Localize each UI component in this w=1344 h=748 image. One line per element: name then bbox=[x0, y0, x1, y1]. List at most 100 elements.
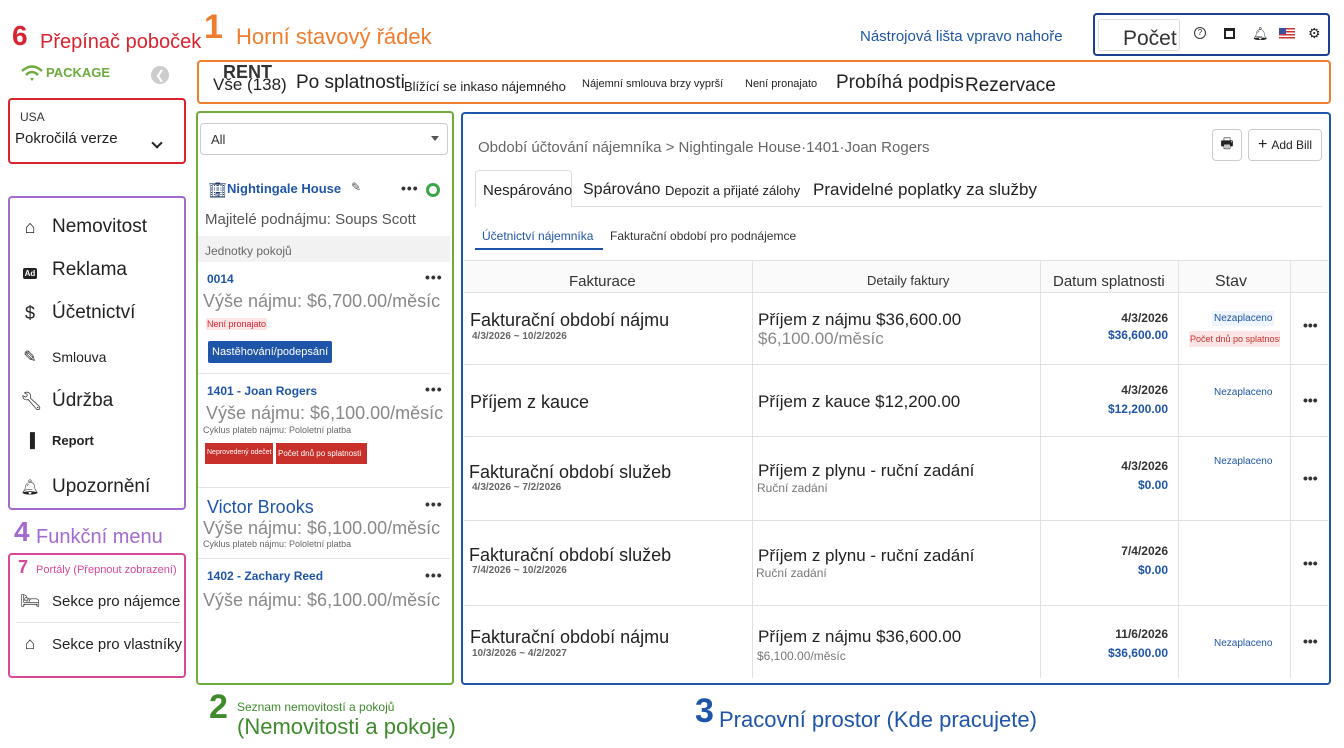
unit-title[interactable]: 1402 - Zachary Reed bbox=[207, 569, 323, 583]
row-billing-title[interactable]: Fakturační období služeb bbox=[469, 462, 671, 483]
unit-tag-overdue-days: Počet dnů po splatnosti bbox=[276, 443, 367, 464]
unit-more-icon[interactable]: ••• bbox=[425, 496, 443, 512]
subtab-active-underline bbox=[475, 248, 603, 250]
home-icon: ⌂ bbox=[24, 216, 36, 237]
branch-version-select[interactable]: Pokročilá verze bbox=[15, 130, 118, 147]
unit-divider bbox=[198, 558, 450, 559]
row-divider bbox=[464, 364, 1328, 365]
column-divider bbox=[1040, 260, 1041, 678]
row-billing-title[interactable]: Fakturační období nájmu bbox=[470, 310, 669, 331]
menu-item-label: Reklama bbox=[52, 259, 127, 280]
unit-more-icon[interactable]: ••• bbox=[425, 381, 443, 397]
bell-icon[interactable]: 🔔︎ bbox=[1252, 26, 1269, 42]
tab-recurring-fees[interactable]: Pravidelné poplatky za služby bbox=[813, 180, 1037, 200]
plus-icon: + bbox=[1257, 136, 1268, 153]
menu-item-report[interactable]: ▐ Report bbox=[20, 432, 94, 448]
edit-icon[interactable]: ✎ bbox=[351, 180, 361, 194]
unit-divider bbox=[198, 373, 450, 374]
row-more-icon[interactable]: ••• bbox=[1303, 633, 1318, 649]
row-amount: $0.00 bbox=[1137, 478, 1168, 492]
menu-item-advertising[interactable]: Ad Reklama bbox=[20, 259, 127, 281]
menu-item-accounting[interactable]: $ Účetnictví bbox=[20, 302, 135, 324]
us-flag-icon[interactable] bbox=[1279, 28, 1295, 39]
portal-label: Sekce pro vlastníky bbox=[52, 635, 183, 653]
row-detail-rate: $6,100.00/měsíc bbox=[757, 649, 846, 663]
tab-vacant[interactable]: Není pronajato bbox=[745, 78, 817, 90]
branch-region: USA bbox=[20, 110, 45, 124]
contract-icon: ✎ bbox=[23, 349, 37, 366]
subtab-tenant-accounting[interactable]: Účetnictví nájemníka bbox=[482, 229, 593, 243]
ad-icon: Ad bbox=[22, 267, 38, 279]
row-more-icon[interactable]: ••• bbox=[1303, 555, 1318, 571]
tab-matched[interactable]: Spárováno bbox=[583, 181, 660, 199]
column-header-details: Detaily faktury bbox=[867, 273, 950, 288]
unit-more-icon[interactable]: ••• bbox=[425, 269, 443, 285]
unit-title[interactable]: 1401 - Joan Rogers bbox=[207, 384, 317, 398]
annotation-2-small-label: Seznam nemovitostí a pokojů bbox=[237, 700, 395, 714]
add-bill-label: Add Bill bbox=[1271, 138, 1313, 152]
row-overdue-badge: Počet dnů po splatnosti bbox=[1189, 331, 1280, 347]
unit-status-tag: Není pronajato bbox=[206, 318, 268, 330]
tab-deposits[interactable]: Depozit a přijaté zálohy bbox=[665, 183, 800, 198]
tab-reservation[interactable]: Rezervace bbox=[965, 75, 1056, 97]
unit-title[interactable]: Victor Brooks bbox=[207, 497, 314, 518]
unit-payment-cycle: Cyklus plateb nájmu: Pololetní platba bbox=[203, 539, 352, 549]
annotation-2-label: (Nemovitosti a pokoje) bbox=[237, 714, 456, 739]
settings-icon[interactable]: ⚙ bbox=[1308, 25, 1321, 42]
row-detail: Příjem z plynu - ruční zadání bbox=[758, 546, 975, 565]
annotation-toolbar-label: Nástrojová lišta vpravo nahoře bbox=[860, 28, 1063, 45]
tab-lease-expiring[interactable]: Nájemní smlouva brzy vyprší bbox=[582, 78, 723, 90]
row-due-date: 4/3/2026 bbox=[1121, 383, 1168, 397]
logo-package-text: PACKAGE bbox=[46, 64, 111, 80]
help-icon[interactable]: ? bbox=[1194, 27, 1206, 39]
column-header-status: Stav bbox=[1215, 273, 1248, 290]
row-detail: Příjem z nájmu $36,600.00 bbox=[758, 310, 962, 329]
caret-down-icon bbox=[431, 136, 439, 141]
unit-divider bbox=[198, 487, 450, 488]
unit-more-icon[interactable]: ••• bbox=[425, 567, 443, 583]
menu-item-property[interactable]: ⌂ Nemovitost bbox=[20, 216, 147, 238]
menu-item-label: Upozornění bbox=[52, 476, 151, 497]
portal-divider bbox=[16, 622, 180, 623]
tab-unmatched[interactable]: Nespárováno bbox=[483, 182, 572, 199]
row-amount: $0.00 bbox=[1137, 563, 1168, 577]
collapse-sidebar-icon[interactable]: ❮ bbox=[151, 66, 169, 84]
property-filter-select[interactable]: All bbox=[200, 123, 448, 155]
row-status-badge: Nezaplaceno bbox=[1212, 311, 1275, 326]
property-more-icon[interactable]: ••• bbox=[401, 180, 419, 196]
menu-item-maintenance[interactable]: 🔧︎ Údržba bbox=[20, 390, 113, 412]
units-header: Jednotky pokojů bbox=[198, 236, 450, 262]
row-divider bbox=[464, 520, 1328, 521]
row-billing-period: 10/3/2026 ~ 4/2/2027 bbox=[472, 648, 567, 659]
calendar-icon[interactable] bbox=[1224, 28, 1235, 39]
tab-overdue[interactable]: Po splatnosti bbox=[296, 72, 405, 94]
row-billing-title[interactable]: Fakturační období nájmu bbox=[470, 627, 669, 648]
row-billing-title[interactable]: Příjem z kauce bbox=[470, 392, 589, 413]
add-bill-button[interactable]: + Add Bill bbox=[1248, 129, 1322, 161]
tab-signing[interactable]: Probíhá podpis bbox=[836, 72, 964, 94]
print-button[interactable]: 🖶︎ bbox=[1212, 129, 1242, 161]
subtab-subtenant-billing[interactable]: Fakturační období pro podnájemce bbox=[610, 229, 796, 243]
row-billing-title[interactable]: Fakturační období služeb bbox=[469, 545, 671, 566]
tab-upcoming-rent[interactable]: Blížící se inkaso nájemného bbox=[404, 79, 566, 94]
row-more-icon[interactable]: ••• bbox=[1303, 392, 1318, 408]
menu-item-label: Report bbox=[52, 432, 94, 448]
printer-icon: 🖶︎ bbox=[1220, 135, 1234, 151]
row-amount: $36,600.00 bbox=[1107, 328, 1168, 342]
move-in-sign-button[interactable]: Nastěhování/podepsání bbox=[208, 341, 333, 363]
row-status-badge: Nezaplaceno bbox=[1214, 638, 1273, 649]
property-visible-icon[interactable] bbox=[426, 183, 440, 197]
menu-item-notifications[interactable]: 🔔︎ Upozornění bbox=[20, 476, 150, 498]
menu-item-contract[interactable]: ✎ Smlouva bbox=[20, 347, 106, 367]
tab-all[interactable]: Vše (138) bbox=[213, 75, 287, 95]
property-name[interactable]: Nightingale House bbox=[227, 181, 341, 196]
row-more-icon[interactable]: ••• bbox=[1303, 317, 1318, 333]
portal-label: Sekce pro nájemce bbox=[52, 592, 181, 610]
row-more-icon[interactable]: ••• bbox=[1303, 470, 1318, 486]
column-header-due-date: Datum splatnosti bbox=[1053, 273, 1165, 290]
unit-title[interactable]: 0014 bbox=[207, 272, 234, 286]
portal-tenant[interactable]: 🛏︎ Sekce pro nájemce bbox=[20, 591, 180, 611]
annotation-7-number: 7 bbox=[18, 557, 29, 577]
wifi-logo-icon bbox=[21, 65, 43, 81]
portal-owner[interactable]: ⌂ Sekce pro vlastníky bbox=[20, 634, 182, 654]
